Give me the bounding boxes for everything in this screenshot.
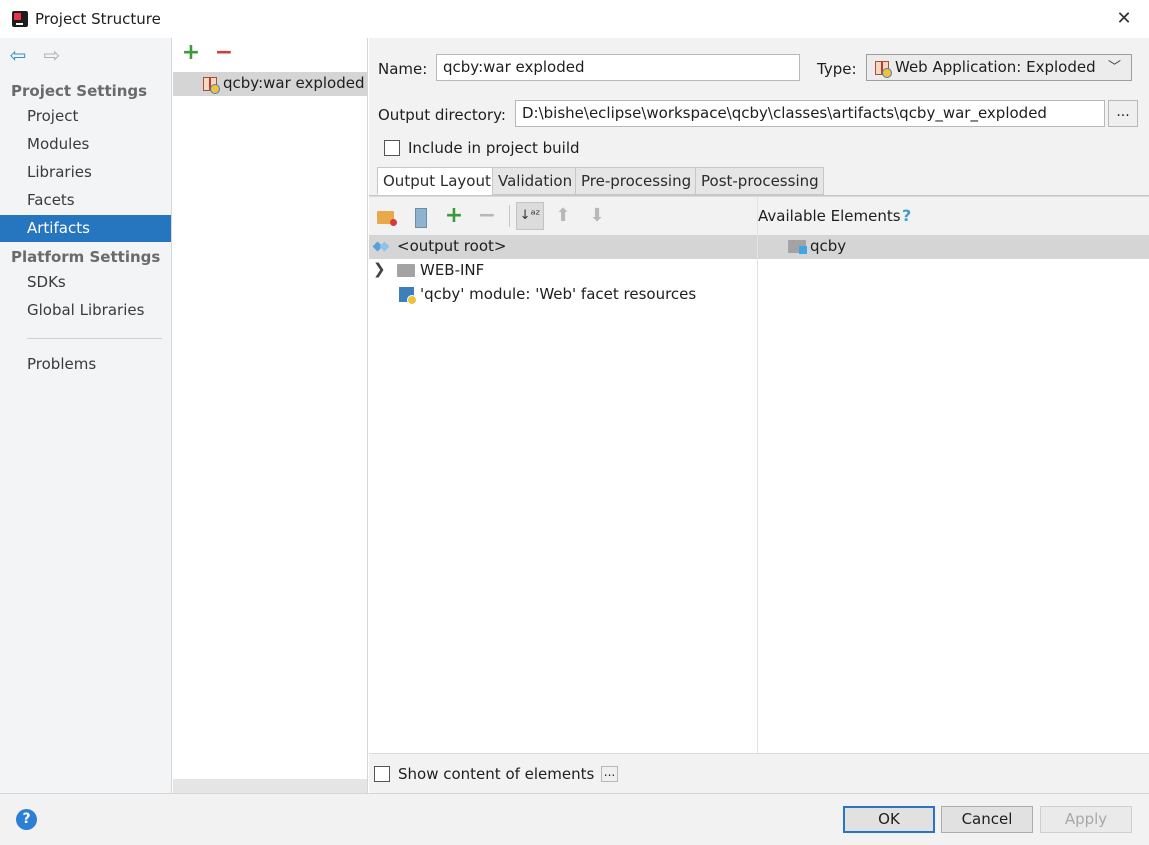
browse-output-directory-button[interactable]: ... — [1108, 100, 1138, 127]
tree-node-label: 'qcby' module: 'Web' facet resources — [420, 285, 697, 303]
create-directory-icon[interactable] — [375, 206, 397, 228]
platform-settings-header: Platform Settings — [11, 248, 161, 266]
list-scroll-strip — [173, 779, 367, 793]
apply-button[interactable]: Apply — [1040, 806, 1132, 833]
available-elements-header: Available Elements ? — [758, 197, 1149, 235]
tab-validation[interactable]: Validation — [492, 167, 576, 195]
nav-item-problems[interactable]: Problems — [0, 351, 171, 378]
forward-arrow-icon[interactable]: ⇨ — [42, 45, 62, 66]
output-directory-field[interactable]: D:\bishe\eclipse\workspace\qcby\classes\… — [515, 100, 1105, 127]
nav-item-facets[interactable]: Facets — [0, 187, 171, 214]
type-dropdown[interactable]: Web Application: Exploded ﹀ — [866, 54, 1132, 81]
tree-node-output-root[interactable]: <output root> — [369, 235, 757, 259]
settings-navigation: ⇦ ⇨ Project Settings Project Modules Lib… — [0, 38, 172, 793]
output-directory-label: Output directory: — [378, 106, 506, 124]
project-settings-header: Project Settings — [11, 82, 148, 100]
artifact-item-label: qcby:war exploded — [223, 74, 365, 92]
include-in-build-checkbox[interactable] — [384, 140, 400, 156]
remove-element-icon[interactable]: − — [476, 205, 498, 228]
tree-node-facet-resources[interactable]: 'qcby' module: 'Web' facet resources — [369, 283, 757, 307]
module-icon — [399, 287, 417, 305]
close-icon[interactable]: ✕ — [1111, 6, 1137, 32]
available-elements-label: Available Elements — [758, 207, 901, 225]
name-label: Name: — [378, 60, 428, 78]
output-layout-tree: <output root> ❯ WEB-INF 'qcby' module: '… — [369, 235, 757, 753]
name-field[interactable]: qcby:war exploded — [436, 54, 800, 81]
war-artifact-icon — [203, 77, 220, 94]
nav-item-sdks[interactable]: SDKs — [0, 269, 171, 296]
nav-item-artifacts[interactable]: Artifacts — [0, 215, 171, 242]
tree-node-label: <output root> — [397, 237, 507, 255]
cancel-button[interactable]: Cancel — [941, 806, 1033, 833]
module-folder-icon — [788, 240, 807, 254]
nav-item-project[interactable]: Project — [0, 103, 171, 130]
tab-output-layout[interactable]: Output Layout — [377, 167, 493, 195]
show-content-options-button[interactable]: ... — [601, 766, 618, 782]
move-down-icon[interactable]: ⬇ — [586, 206, 608, 228]
dialog-footer: ? OK Cancel Apply — [0, 793, 1149, 845]
available-elements-tree: qcby — [758, 235, 1149, 753]
include-in-build-label: Include in project build — [408, 139, 580, 157]
create-archive-icon[interactable] — [409, 206, 431, 228]
help-icon[interactable]: ? — [16, 809, 37, 830]
back-arrow-icon[interactable]: ⇦ — [8, 45, 28, 66]
artifact-item[interactable]: qcby:war exploded — [173, 72, 367, 96]
show-content-checkbox[interactable] — [374, 766, 390, 782]
window-title: Project Structure — [35, 10, 161, 28]
nav-item-libraries[interactable]: Libraries — [0, 159, 171, 186]
tree-node-web-inf[interactable]: ❯ WEB-INF — [369, 259, 757, 283]
remove-artifact-button[interactable]: − — [214, 42, 234, 64]
tab-post-processing[interactable]: Post-processing — [695, 167, 824, 195]
tree-node-label: WEB-INF — [420, 261, 485, 279]
folder-icon — [397, 264, 415, 277]
intellij-app-icon — [12, 11, 28, 27]
nav-separator — [27, 338, 162, 339]
available-item-label: qcby — [810, 237, 847, 255]
add-artifact-button[interactable]: + — [181, 42, 201, 64]
nav-item-global-libraries[interactable]: Global Libraries — [0, 297, 171, 324]
title-bar: Project Structure ✕ — [0, 0, 1149, 38]
chevron-down-icon: ﹀ — [1107, 60, 1121, 75]
layout-toolbar: + − ↓ᵃᶻ ⬆ ⬇ — [369, 197, 757, 235]
chevron-right-icon[interactable]: ❯ — [373, 260, 386, 278]
tab-pre-processing[interactable]: Pre-processing — [575, 167, 696, 195]
artifact-list-panel: + − qcby:war exploded — [173, 38, 368, 793]
output-root-icon — [373, 239, 389, 255]
nav-item-modules[interactable]: Modules — [0, 131, 171, 158]
type-label: Type: — [817, 60, 857, 78]
artifact-details-panel: Name: qcby:war exploded Type: Web Applic… — [369, 38, 1149, 793]
sort-alphabetically-icon[interactable]: ↓ᵃᶻ — [516, 202, 544, 230]
toolbar-separator — [509, 205, 510, 227]
move-up-icon[interactable]: ⬆ — [552, 206, 574, 228]
output-layout-area: + − ↓ᵃᶻ ⬆ ⬇ Available Elements ? <output… — [369, 196, 1149, 753]
web-app-type-icon — [875, 61, 892, 78]
help-question-icon[interactable]: ? — [902, 206, 911, 225]
show-content-strip: Show content of elements ... — [369, 753, 1149, 793]
show-content-label: Show content of elements — [398, 765, 595, 783]
available-item-qcby[interactable]: qcby — [758, 235, 1149, 259]
ok-button[interactable]: OK — [843, 806, 935, 833]
type-dropdown-value: Web Application: Exploded — [895, 58, 1096, 76]
add-copy-icon[interactable]: + — [443, 205, 465, 228]
